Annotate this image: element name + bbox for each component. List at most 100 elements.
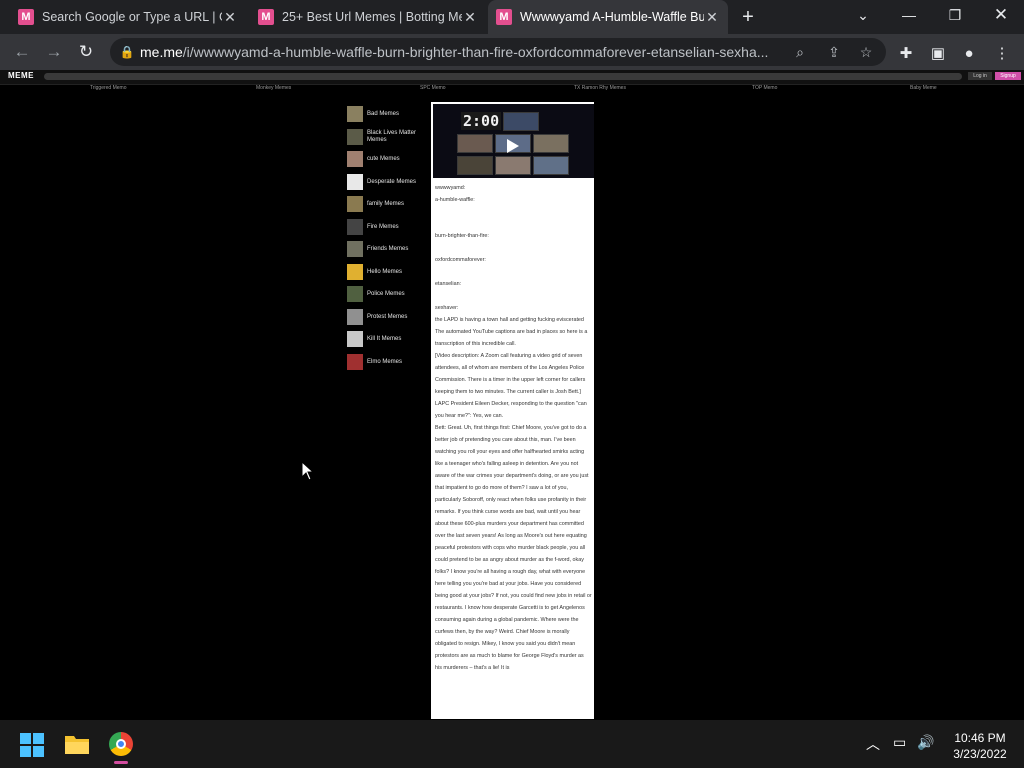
zoom-call-video[interactable]: 2:00 [433, 104, 594, 178]
site-search-input[interactable] [44, 73, 962, 80]
tab-title: Search Google or Type a URL | Gr [42, 10, 222, 24]
minimize-button[interactable]: — [886, 0, 932, 30]
forward-arrow-icon[interactable]: → [43, 42, 65, 62]
chrome-app-icon[interactable] [109, 732, 133, 756]
restore-button[interactable]: ❐ [932, 0, 978, 30]
close-tab-icon[interactable]: ✕ [222, 9, 238, 26]
new-tab-button[interactable]: + [733, 2, 763, 32]
category-strip: Triggered Memo Monkey Memes SPC Memo TX … [0, 84, 1024, 92]
sidebar-item[interactable]: Protest Memes [347, 306, 427, 329]
post-tag[interactable]: oxfordcommaforever: [435, 254, 592, 266]
post-tag[interactable]: sexhaver: [435, 302, 592, 314]
browser-toolbar: ← → ↻ 🔒 me.me/i/wwwwyamd-a-humble-waffle… [0, 34, 1024, 70]
post-paragraph: the LAPD is having a town hall and getti… [435, 317, 584, 323]
sidebar-item-label: Friends Memes [367, 246, 409, 252]
bookmark-star-icon[interactable]: ☆ [856, 43, 876, 61]
login-button[interactable]: Log in [968, 72, 992, 80]
category-thumbnail [347, 106, 363, 123]
share-icon[interactable]: ⇪ [824, 43, 844, 61]
post-paragraph: The automated YouTube captions are bad i… [435, 329, 588, 347]
windows-start-icon[interactable] [20, 733, 44, 757]
sidebar-item[interactable]: Police Memes [347, 283, 427, 306]
browser-tab-active[interactable]: M Wwwwyamd A-Humble-Waffle Bu ✕ [488, 0, 728, 34]
sidebar-item[interactable]: Black Lives Matter Memes [347, 126, 427, 149]
post-tag[interactable]: a-humble-waffle: [435, 194, 592, 206]
video-participant-tile [457, 134, 493, 153]
sidebar-item-label: Desperate Memes [367, 178, 417, 185]
profile-avatar-icon[interactable]: ● [958, 42, 980, 64]
close-window-button[interactable]: ✕ [978, 0, 1024, 30]
browser-tab[interactable]: M Search Google or Type a URL | Gr ✕ [10, 0, 246, 34]
mouse-cursor-icon [301, 461, 315, 481]
reload-icon[interactable]: ↻ [75, 42, 97, 62]
close-tab-icon[interactable]: ✕ [704, 9, 720, 26]
video-participant-tile [503, 112, 539, 131]
category-link[interactable]: Triggered Memo [90, 85, 127, 91]
sidebar-item[interactable]: Desperate Memes [347, 171, 427, 194]
volume-icon[interactable]: 🔊 [917, 734, 934, 751]
sidebar-item[interactable]: Fire Memes [347, 216, 427, 239]
video-participant-tile [533, 156, 569, 175]
sidebar-item[interactable]: Friends Memes [347, 238, 427, 261]
category-thumbnail [347, 353, 363, 370]
tab-search-chevron-icon[interactable]: ⌄ [840, 0, 886, 30]
video-participant-tile [495, 156, 531, 175]
sidebar-item-label: Hello Memes [367, 268, 403, 275]
meme-post-card: 2:00 wwwwyamd: a-humble-waffle: burn-bri… [430, 101, 595, 720]
network-icon[interactable]: ▭ [893, 734, 906, 751]
more-menu-icon[interactable]: ⋮ [991, 42, 1013, 64]
category-link[interactable]: TOP Memo [752, 85, 777, 91]
sidebar-item[interactable]: cute Memes [347, 148, 427, 171]
browser-tab-strip: M Search Google or Type a URL | Gr ✕ M 2… [0, 0, 1024, 34]
site-logo[interactable]: MEME [8, 71, 34, 80]
category-thumbnail [347, 263, 363, 280]
address-bar[interactable]: 🔒 me.me/i/wwwwyamd-a-humble-waffle-burn-… [110, 38, 886, 66]
sidebar-item[interactable]: Elmo Memes [347, 351, 427, 374]
post-paragraph: Bett: Great. Uh, first things first: Chi… [435, 425, 592, 671]
active-app-indicator [114, 761, 128, 764]
close-tab-icon[interactable]: ✕ [462, 9, 478, 26]
category-link[interactable]: Baby Meme [910, 85, 937, 91]
signup-button[interactable]: Signup [995, 72, 1021, 80]
category-link[interactable]: SPC Memo [420, 85, 446, 91]
category-thumbnail [347, 218, 363, 235]
post-paragraph: LAPC President Eileen Decker, responding… [435, 401, 587, 419]
sidebar-item[interactable]: Hello Memes [347, 261, 427, 284]
video-participant-tile [533, 134, 569, 153]
browser-tab[interactable]: M 25+ Best Url Memes | Botting Me ✕ [250, 0, 486, 34]
play-icon[interactable] [507, 139, 519, 153]
side-panel-icon[interactable]: ▣ [927, 42, 949, 64]
sidebar-item[interactable]: Kill It Memes [347, 328, 427, 351]
post-paragraph: [Video description: A Zoom call featurin… [435, 353, 586, 395]
clock-time: 10:46 PM [954, 731, 1006, 745]
category-thumbnail [347, 308, 363, 325]
clock-date: 3/23/2022 [953, 747, 1007, 761]
post-tag[interactable]: wwwwyamd: [435, 182, 592, 194]
meme-favicon-icon: M [18, 9, 34, 25]
post-tag[interactable]: burn-brighter-than-fire: [435, 230, 592, 242]
post-tag[interactable]: etanselian: [435, 278, 592, 290]
meme-favicon-icon: M [496, 9, 512, 25]
category-thumbnail [347, 331, 363, 348]
related-categories-sidebar: Bad Memes Black Lives Matter Memes cute … [347, 103, 427, 373]
extensions-puzzle-icon[interactable]: ✚ [895, 42, 917, 64]
tab-title: Wwwwyamd A-Humble-Waffle Bu [520, 10, 704, 24]
sidebar-item[interactable]: family Memes [347, 193, 427, 216]
show-hidden-icons-chevron-icon[interactable]: ︿ [866, 734, 880, 754]
sidebar-item-label: Fire Memes [367, 223, 399, 230]
system-clock[interactable]: 10:46 PM 3/23/2022 [940, 730, 1020, 762]
sidebar-item-label: Black Lives Matter Memes [367, 130, 417, 143]
video-timer: 2:00 [461, 112, 502, 130]
category-thumbnail [347, 128, 363, 145]
category-link[interactable]: TX Ramon Rhy Memes [574, 85, 626, 91]
category-thumbnail [347, 173, 363, 190]
sidebar-item-label: family Memes [367, 201, 405, 207]
back-arrow-icon[interactable]: ← [11, 42, 33, 62]
url-text[interactable]: me.me/i/wwwwyamd-a-humble-waffle-burn-br… [140, 44, 780, 60]
zoom-search-icon[interactable]: ⌕ [790, 43, 810, 61]
category-link[interactable]: Monkey Memes [256, 85, 291, 91]
file-explorer-folder-icon[interactable] [64, 733, 90, 755]
sidebar-item-label: Kill It Memes [367, 336, 402, 342]
lock-icon[interactable]: 🔒 [114, 45, 140, 59]
sidebar-item[interactable]: Bad Memes [347, 103, 427, 126]
